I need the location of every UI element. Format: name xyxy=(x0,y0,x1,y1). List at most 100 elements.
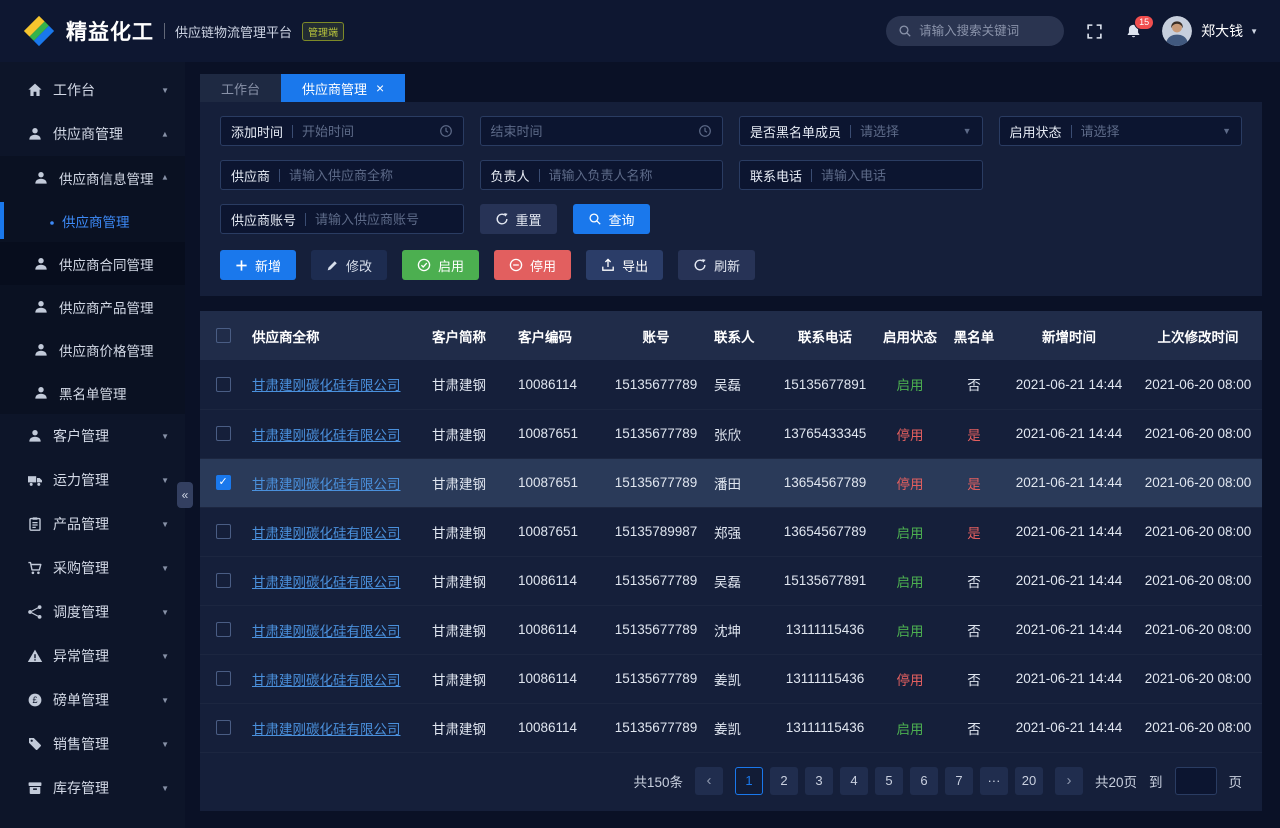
sidebar-item[interactable]: 供应商合同管理 xyxy=(0,242,185,285)
table-row[interactable]: 甘肃建刚碳化硅有限公司 甘肃建钢 10086114 15135677789 吴磊 1513… xyxy=(200,556,1262,605)
supplier-name-link[interactable]: 甘肃建刚碳化硅有限公司 xyxy=(252,428,401,443)
start-time-input[interactable] xyxy=(302,123,433,139)
sidebar-collapse-handle[interactable]: « xyxy=(177,482,193,508)
modified-time-cell: 2021-06-20 08:00 xyxy=(1134,605,1262,654)
logo-icon xyxy=(22,14,56,48)
filter-start-time[interactable]: 添加时间 xyxy=(220,116,464,146)
next-page-button[interactable]: › xyxy=(1054,766,1083,795)
export-button[interactable]: 导出 xyxy=(586,250,664,280)
user-menu-caret-icon[interactable]: ▼ xyxy=(1250,27,1258,36)
reset-button[interactable]: 重置 xyxy=(479,204,557,234)
end-time-input[interactable] xyxy=(490,123,692,139)
search-button[interactable]: 查询 xyxy=(572,204,650,234)
sidebar-item[interactable]: 库存管理 ▼ xyxy=(0,766,185,810)
blacklist-cell: 否 xyxy=(944,605,1004,654)
phone-input[interactable] xyxy=(821,167,972,183)
stop-circle-icon xyxy=(509,258,523,272)
filter-manager[interactable]: 负责人 xyxy=(479,160,723,190)
page-button[interactable]: 4 xyxy=(839,766,868,795)
sidebar-item[interactable]: 异常管理 ▼ xyxy=(0,634,185,678)
sidebar-item[interactable]: 工作台 ▼ xyxy=(0,68,185,112)
global-search-input[interactable] xyxy=(919,24,1053,38)
row-checkbox[interactable] xyxy=(215,622,231,638)
filter-supplier[interactable]: 供应商 xyxy=(220,160,464,190)
manager-input[interactable] xyxy=(548,167,712,183)
supplier-name-link[interactable]: 甘肃建刚碳化硅有限公司 xyxy=(252,575,401,590)
global-search[interactable] xyxy=(886,16,1065,46)
created-time-cell: 2021-06-21 14:44 xyxy=(1004,409,1134,458)
add-button[interactable]: 新增 xyxy=(220,250,297,280)
sidebar-item[interactable]: 供应商管理 xyxy=(0,199,185,242)
sidebar-item[interactable]: 采购管理 ▼ xyxy=(0,546,185,590)
sidebar-item[interactable]: 销售管理 ▼ xyxy=(0,722,185,766)
disable-button[interactable]: 停用 xyxy=(494,250,572,280)
warning-icon xyxy=(27,648,43,664)
table-row[interactable]: 甘肃建刚碳化硅有限公司 甘肃建钢1008765115135677789潘田1365… xyxy=(200,458,1262,507)
sidebar-item[interactable]: 运力管理 ▼ xyxy=(0,458,185,502)
fullscreen-icon[interactable] xyxy=(1086,23,1103,40)
sidebar-item-label: 异常管理 xyxy=(53,648,109,664)
enable-button[interactable]: 启用 xyxy=(402,250,480,280)
account-cell: 15135677789 xyxy=(604,654,708,703)
row-checkbox[interactable] xyxy=(215,720,231,736)
account-cell: 15135677789 xyxy=(604,703,708,752)
table-row[interactable]: 甘肃建刚碳化硅有限公司 甘肃建钢 10087651 15135677789 张欣 1376… xyxy=(200,409,1262,458)
username[interactable]: 郑大钱 xyxy=(1201,21,1243,41)
page-button[interactable]: 6 xyxy=(909,766,938,795)
table-row[interactable]: 甘肃建刚碳化硅有限公司 甘肃建钢 10086114 15135677789 沈坤 1311… xyxy=(200,605,1262,654)
row-checkbox[interactable] xyxy=(215,671,231,687)
tab-supplier-management[interactable]: 供应商管理 × xyxy=(281,74,406,102)
supplier-input[interactable] xyxy=(289,167,453,183)
sidebar-item[interactable]: 调度管理 ▼ xyxy=(0,590,185,634)
page-button[interactable]: 1 xyxy=(734,766,763,795)
status-select-input[interactable] xyxy=(1080,123,1217,139)
edit-button[interactable]: 修改 xyxy=(311,250,388,280)
filter-blacklist-select[interactable]: 是否黑名单成员 ▼ xyxy=(739,116,983,146)
sidebar-item[interactable]: £ 磅单管理 ▼ xyxy=(0,678,185,722)
sidebar-item[interactable]: 供应商管理 ▼ xyxy=(0,112,185,156)
supplier-name-link[interactable]: 甘肃建刚碳化硅有限公司 xyxy=(252,624,401,639)
table-row[interactable]: 甘肃建刚碳化硅有限公司 甘肃建钢 10086114 15135677789 姜凯 1311… xyxy=(200,654,1262,703)
prev-page-button[interactable]: ‹ xyxy=(694,766,723,795)
refresh-button[interactable]: 刷新 xyxy=(678,250,756,280)
table-row[interactable]: 甘肃建刚碳化硅有限公司 甘肃建钢 10086114 15135677789 姜凯 1311… xyxy=(200,703,1262,752)
row-checkbox[interactable] xyxy=(215,573,231,589)
row-checkbox[interactable] xyxy=(215,524,231,540)
tab-close-icon[interactable]: × xyxy=(376,81,384,95)
sidebar-item[interactable]: 产品管理 ▼ xyxy=(0,502,185,546)
status-cell: 启用 xyxy=(876,605,944,654)
filter-end-time[interactable] xyxy=(479,116,723,146)
notification-bell-icon[interactable]: 15 xyxy=(1125,14,1155,40)
supplier-name-link[interactable]: 甘肃建刚碳化硅有限公司 xyxy=(252,477,401,492)
page-ellipsis-button[interactable]: ··· xyxy=(979,766,1008,795)
supplier-name-link[interactable]: 甘肃建刚碳化硅有限公司 xyxy=(252,722,401,737)
page-jump-input[interactable] xyxy=(1174,766,1217,795)
filter-status-select[interactable]: 启用状态 ▼ xyxy=(998,116,1242,146)
supplier-name-link[interactable]: 甘肃建刚碳化硅有限公司 xyxy=(252,378,401,393)
row-checkbox[interactable] xyxy=(215,426,231,442)
row-checkbox[interactable] xyxy=(215,475,231,491)
supplier-name-link[interactable]: 甘肃建刚碳化硅有限公司 xyxy=(252,673,401,688)
sidebar-item[interactable]: 黑名单管理 xyxy=(0,371,185,414)
page-button[interactable]: 7 xyxy=(944,766,973,795)
table-row[interactable]: 甘肃建刚碳化硅有限公司 甘肃建钢 10086114 15135677789 吴磊 1513… xyxy=(200,360,1262,409)
sidebar-item[interactable]: 供应商价格管理 xyxy=(0,328,185,371)
tab-workbench[interactable]: 工作台 xyxy=(200,74,282,102)
select-all-checkbox[interactable] xyxy=(215,328,231,344)
account-input[interactable] xyxy=(315,211,453,227)
page-button[interactable]: 20 xyxy=(1014,766,1043,795)
sidebar-item[interactable]: 供应商产品管理 xyxy=(0,285,185,328)
page-button[interactable]: 5 xyxy=(874,766,903,795)
sidebar-item[interactable]: 供应商信息管理 ▼ xyxy=(0,156,185,199)
page-button[interactable]: 2 xyxy=(769,766,798,795)
table-row[interactable]: 甘肃建刚碳化硅有限公司 甘肃建钢 10087651 15135789987 郑强 1365… xyxy=(200,507,1262,556)
sidebar-item[interactable]: 客户管理 ▼ xyxy=(0,414,185,458)
avatar[interactable] xyxy=(1162,16,1193,46)
filter-phone[interactable]: 联系电话 xyxy=(739,160,983,190)
header-divider xyxy=(164,23,165,39)
blacklist-select-input[interactable] xyxy=(860,123,957,139)
supplier-name-link[interactable]: 甘肃建刚碳化硅有限公司 xyxy=(252,526,401,541)
page-button[interactable]: 3 xyxy=(804,766,833,795)
row-checkbox[interactable] xyxy=(215,377,231,393)
filter-account[interactable]: 供应商账号 xyxy=(220,204,464,234)
